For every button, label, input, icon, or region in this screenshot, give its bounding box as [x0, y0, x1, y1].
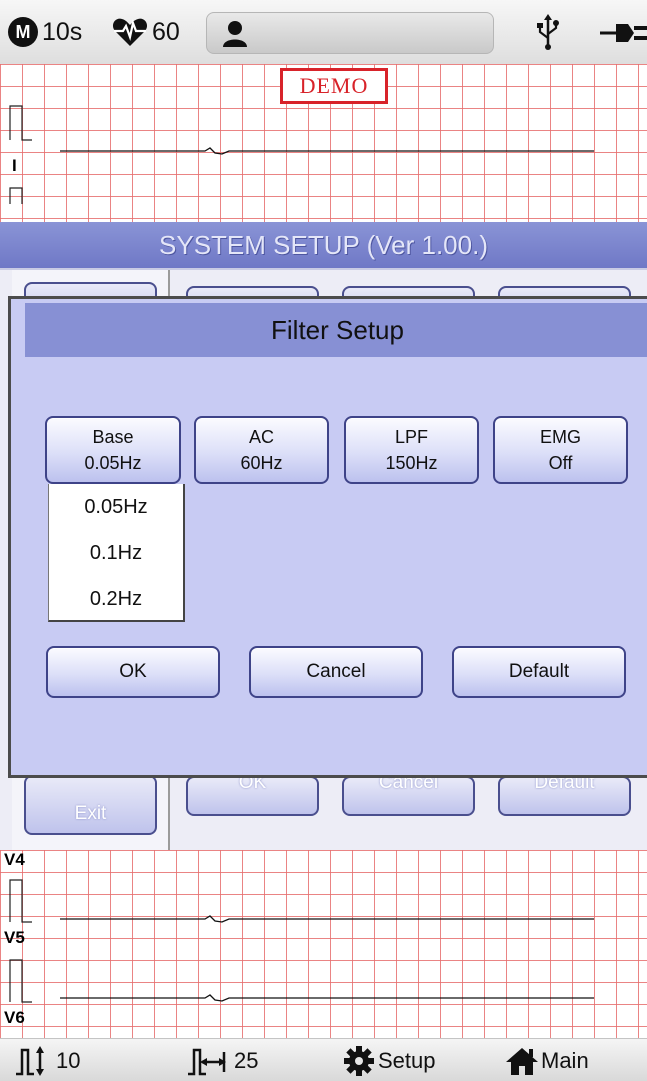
status-bar: M 10s 60 — [0, 0, 647, 64]
filter-default-button[interactable]: Default — [452, 646, 626, 698]
filter-default-label: Default — [508, 661, 570, 682]
gain-value: 10 — [56, 1047, 81, 1073]
system-exit-label: Exit — [74, 803, 107, 824]
heart-rate: 60 — [112, 14, 180, 50]
ecg-grid-top: DEMO I — [0, 64, 647, 222]
system-default-button[interactable]: Default — [498, 772, 631, 816]
system-exit-button[interactable]: Exit — [24, 775, 157, 835]
patient-info-button[interactable] — [206, 12, 494, 54]
emg-filter-name: EMG — [539, 427, 581, 447]
patient-icon — [223, 21, 247, 47]
filter-setup-title: Filter Setup — [25, 303, 647, 357]
ac-filter-name: AC — [248, 427, 274, 447]
base-filter-dropdown: 0.05Hz 0.1Hz 0.2Hz — [48, 484, 185, 622]
ecg-trace-lead-i — [9, 105, 594, 204]
ecg-grid-bottom: V4 V5 V6 — [0, 850, 647, 1038]
filter-cancel-label: Cancel — [306, 661, 366, 682]
bottom-toolbar: 10 25 Setup Main — [0, 1038, 647, 1081]
lpf-filter-button[interactable]: LPF 150Hz — [344, 416, 479, 484]
filter-cancel-button[interactable]: Cancel — [249, 646, 423, 698]
ecg-trace-chest-leads — [9, 879, 594, 1003]
lead-label-i: I — [12, 156, 17, 175]
lpf-filter-name: LPF — [394, 427, 428, 447]
record-time: 10s — [42, 17, 83, 46]
heart-rate-value: 60 — [152, 17, 180, 46]
main-label: Main — [541, 1047, 589, 1073]
speed-button[interactable]: 25 — [186, 1039, 258, 1081]
lpf-filter-value: 150Hz — [385, 453, 438, 473]
power-plug-icon — [600, 24, 647, 42]
base-option-0-2hz[interactable]: 0.2Hz — [49, 576, 183, 622]
base-option-0-1hz[interactable]: 0.1Hz — [49, 530, 183, 576]
base-option-0-05hz[interactable]: 0.05Hz — [49, 484, 183, 530]
lead-label-v6: V6 — [4, 1008, 25, 1027]
system-cancel-button[interactable]: Cancel — [342, 772, 475, 816]
setup-label: Setup — [378, 1047, 436, 1073]
system-ok-button[interactable]: OK — [186, 772, 319, 816]
ac-filter-button[interactable]: AC 60Hz — [194, 416, 329, 484]
home-icon — [506, 1047, 538, 1075]
usb-icon — [537, 14, 559, 50]
record-mode: M 10s — [8, 14, 82, 50]
system-setup-title: SYSTEM SETUP (Ver 1.00.) — [0, 222, 647, 268]
lead-label-v5: V5 — [4, 928, 25, 947]
setup-button[interactable]: Setup — [344, 1039, 436, 1081]
main-button[interactable]: Main — [505, 1039, 589, 1081]
speed-icon — [188, 1048, 226, 1075]
speed-value: 25 — [234, 1047, 259, 1073]
mode-icon: M — [8, 17, 38, 47]
gain-button[interactable]: 10 — [14, 1039, 80, 1081]
base-filter-value: 0.05Hz — [84, 453, 142, 473]
base-filter-name: Base — [92, 427, 134, 447]
gear-icon — [344, 1045, 374, 1076]
emg-filter-value: Off — [548, 453, 573, 473]
ac-filter-value: 60Hz — [240, 453, 283, 473]
filter-ok-button[interactable]: OK — [46, 646, 220, 698]
gain-icon — [16, 1045, 44, 1076]
filter-ok-label: OK — [119, 661, 147, 682]
lead-label-v4: V4 — [4, 850, 25, 869]
heart-rate-icon — [112, 18, 148, 46]
base-filter-button[interactable]: Base 0.05Hz — [45, 416, 181, 484]
emg-filter-button[interactable]: EMG Off — [493, 416, 628, 484]
